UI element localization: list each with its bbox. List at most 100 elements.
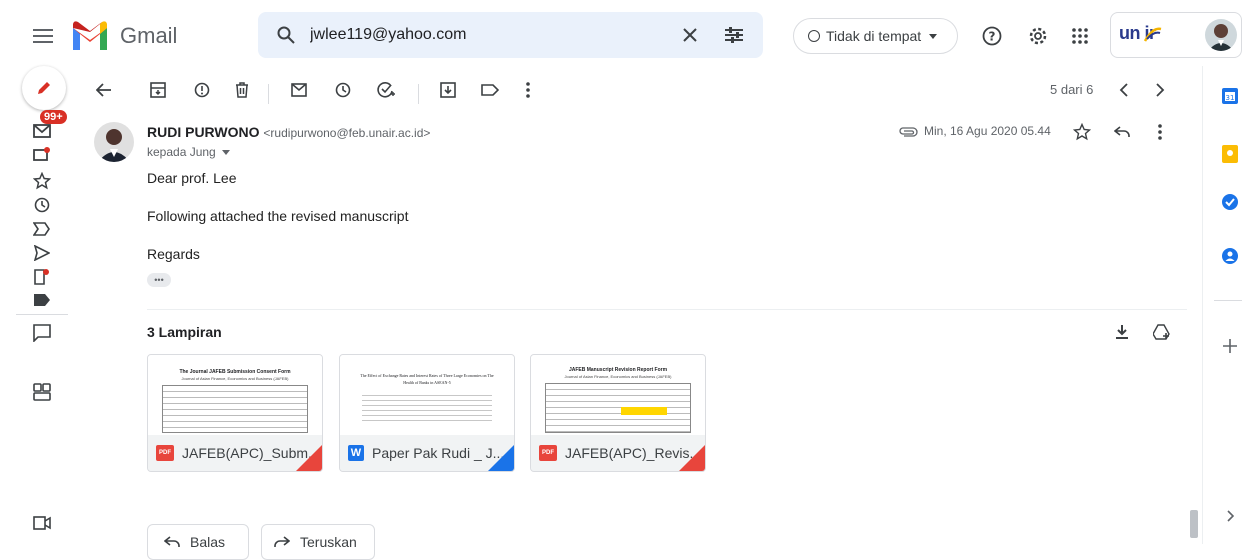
pdf-file-icon: PDF [539, 445, 557, 461]
contacts-icon[interactable] [1218, 244, 1242, 268]
labels-icon[interactable] [478, 79, 502, 101]
tasks-icon[interactable] [1218, 190, 1242, 214]
app-name: Gmail [120, 23, 178, 48]
settings-gear-icon[interactable] [1026, 24, 1050, 48]
calendar-icon[interactable]: 31 [1218, 84, 1242, 108]
chat-unread-icon[interactable] [30, 144, 54, 166]
forward-arrow-icon [274, 536, 290, 547]
attachment-preview: The Effect of Exchange Rates and Interes… [340, 355, 514, 437]
status-dropdown[interactable]: Tidak di tempat [793, 18, 958, 54]
preview-table [545, 383, 691, 433]
reply-button[interactable]: Balas [147, 524, 249, 560]
recipient-toggle[interactable]: kepada Jung [147, 145, 230, 159]
status-circle-icon [808, 30, 820, 42]
move-to-icon[interactable] [436, 79, 460, 101]
older-chevron-right-icon[interactable] [1148, 79, 1172, 101]
sender-avatar[interactable] [94, 122, 134, 162]
pdf-file-icon: PDF [156, 445, 174, 461]
star-icon[interactable] [1070, 121, 1094, 143]
page-scrollbar[interactable] [1190, 510, 1198, 538]
sender-name[interactable]: RUDI PURWONO [147, 124, 260, 140]
label-tag-icon[interactable] [30, 290, 54, 310]
preview-subtitle: Health of Banks in ASEAN-5 [403, 380, 451, 385]
report-spam-icon[interactable] [190, 79, 214, 101]
drafts-icon[interactable] [30, 266, 54, 288]
corner-fold [488, 445, 514, 471]
reply-icon[interactable] [1110, 121, 1134, 143]
search-icon[interactable] [274, 23, 298, 47]
search-options-icon[interactable] [722, 23, 746, 47]
search-input[interactable] [310, 12, 670, 58]
back-arrow-icon[interactable] [92, 79, 116, 101]
spaces-icon[interactable] [30, 380, 54, 404]
toolbar-separator [268, 84, 269, 104]
apps-grid-icon[interactable] [1068, 24, 1092, 48]
chevron-down-icon [929, 33, 938, 39]
preview-subtitle: Journal of Asian Finance, Economics and … [564, 374, 672, 379]
body-line: Regards [147, 246, 200, 262]
side-panel-divider [1202, 66, 1203, 544]
more-vert-icon[interactable] [516, 79, 540, 101]
sender-line: RUDI PURWONO <rudipurwono@feb.unair.ac.i… [147, 124, 430, 140]
delete-trash-icon[interactable] [230, 79, 254, 101]
unair-logo: un ir [1119, 23, 1199, 49]
attachment-preview: The Journal JAFEB Submission Consent For… [148, 355, 322, 437]
attachment-card[interactable]: JAFEB Manuscript Revision Report Form Jo… [530, 354, 706, 472]
preview-title: The Journal JAFEB Submission Consent For… [179, 369, 291, 375]
mark-unread-icon[interactable] [287, 79, 311, 101]
add-task-icon[interactable] [374, 79, 398, 101]
attachment-clip-icon [896, 124, 920, 140]
preview-highlight [621, 407, 667, 415]
status-label: Tidak di tempat [826, 28, 922, 44]
svg-text:?: ? [989, 30, 996, 44]
pager-text: 5 dari 6 [1050, 82, 1094, 97]
sender-email: <rudipurwono@feb.unair.ac.id> [263, 126, 431, 140]
main-menu-icon[interactable] [30, 24, 56, 48]
help-icon[interactable]: ? [980, 24, 1004, 48]
starred-icon[interactable] [30, 170, 54, 192]
preview-lines [362, 391, 492, 425]
add-to-drive-icon[interactable] [1150, 321, 1174, 343]
reply-arrow-icon [164, 536, 180, 547]
clear-search-icon[interactable] [678, 23, 702, 47]
expand-side-panel-chevron-icon[interactable] [1218, 504, 1242, 528]
gmail-logo[interactable] [70, 20, 110, 52]
attachments-title: 3 Lampiran [147, 324, 222, 340]
forward-button[interactable]: Teruskan [261, 524, 375, 560]
preview-title: JAFEB Manuscript Revision Report Form [568, 367, 668, 373]
newer-chevron-left-icon[interactable] [1112, 79, 1136, 101]
recipient-label: kepada Jung [147, 145, 216, 159]
compose-button[interactable] [22, 66, 66, 110]
meet-video-icon[interactable] [30, 512, 54, 534]
attachment-preview: JAFEB Manuscript Revision Report Form Jo… [531, 355, 705, 437]
preview-title: The Effect of Exchange Rates and Interes… [360, 373, 494, 378]
archive-icon[interactable] [146, 79, 170, 101]
attachment-card[interactable]: The Effect of Exchange Rates and Interes… [339, 354, 515, 472]
get-addons-plus-icon[interactable] [1218, 334, 1242, 358]
word-file-icon: W [348, 445, 364, 461]
chevron-down-icon [221, 149, 230, 155]
sent-icon[interactable] [30, 242, 54, 264]
message-more-icon[interactable] [1148, 121, 1172, 143]
chat-icon[interactable] [30, 322, 54, 344]
snoozed-clock-icon[interactable] [30, 194, 54, 216]
search-bar[interactable] [258, 12, 763, 58]
attachment-name: Paper Pak Rudi _ J... [372, 445, 505, 461]
download-all-icon[interactable] [1110, 321, 1134, 343]
account-brand-chip[interactable]: un ir [1110, 12, 1242, 58]
corner-fold [296, 445, 322, 471]
important-label-icon[interactable] [30, 218, 54, 240]
attachment-card[interactable]: The Journal JAFEB Submission Consent For… [147, 354, 323, 472]
snooze-clock-icon[interactable] [331, 79, 355, 101]
inbox-unread-badge: 99+ [40, 110, 67, 124]
keep-icon[interactable] [1218, 142, 1242, 166]
account-avatar[interactable] [1205, 19, 1237, 51]
pencil-icon [38, 82, 50, 94]
svg-text:31: 31 [1226, 94, 1235, 102]
message-date: Min, 16 Agu 2020 05.44 [924, 124, 1051, 138]
show-trimmed-content-button[interactable]: ••• [147, 273, 171, 287]
preview-subtitle: Journal of Asian Finance, Economics and … [181, 376, 289, 381]
reply-label: Balas [190, 534, 226, 550]
corner-fold [679, 445, 705, 471]
body-line: Dear prof. Lee [147, 170, 237, 186]
